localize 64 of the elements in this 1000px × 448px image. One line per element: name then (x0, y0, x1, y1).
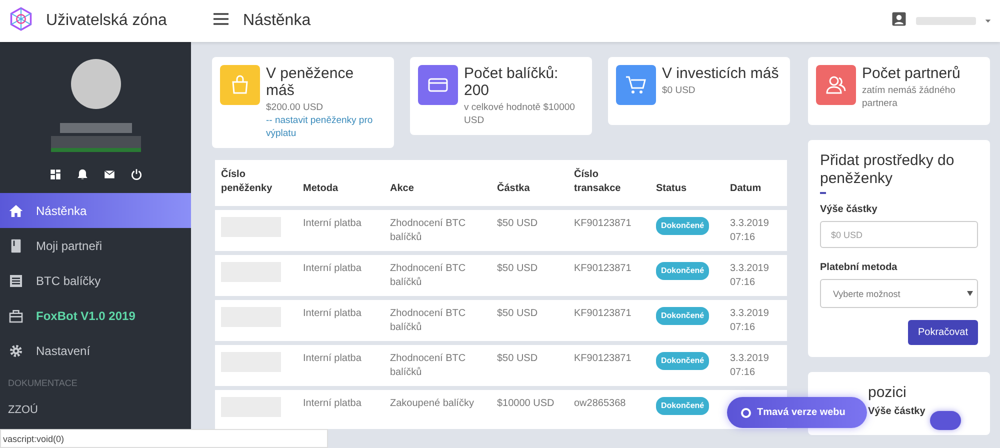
status-badge: Dokončené (656, 307, 710, 325)
table-cell: $50 USD (491, 300, 568, 341)
column-header: Metoda (297, 160, 384, 206)
table-cell: Interní platba (297, 300, 384, 341)
nav-item[interactable]: Nástěnka (0, 193, 191, 228)
nav-item[interactable]: ZZOÚ (0, 400, 191, 420)
nav-item[interactable]: FoxBot V1.0 2019 (0, 298, 191, 333)
table-cell: KF90123871 (568, 300, 650, 341)
stat-title: Počet partnerů (862, 65, 962, 82)
amount-input-field[interactable]: $0 USD (820, 221, 978, 248)
status-bar-url: vascript:void(0) (0, 429, 328, 448)
table-cell: ow2865368 (568, 390, 650, 429)
table-cell: Zhodnocení BTC balíčků (384, 345, 491, 386)
table-cell: KF90123871 (568, 255, 650, 296)
status-badge: Dokončené (656, 352, 710, 370)
table-cell: Zhodnocení BTC balíčků (384, 210, 491, 251)
nav-item[interactable]: Moji partneři (0, 228, 191, 263)
table-cell: $10000 USD (491, 390, 568, 429)
status-badge: Dokončené (656, 262, 710, 280)
field-label: Výše částky (868, 406, 926, 417)
stat-title: Počet balíčků: 200 (464, 65, 560, 99)
table-cell: Interní platba (297, 345, 384, 386)
column-header: Částka (491, 160, 568, 206)
page-title: Nástěnka (243, 12, 311, 30)
column-header: Status (650, 160, 724, 206)
table-cell: Interní platba (297, 210, 384, 251)
table-cell: Zakoupené balíčky (384, 390, 491, 429)
table-cell: Interní platba (297, 255, 384, 296)
payment-method-select[interactable]: Vyberte možnost (820, 279, 978, 308)
continue-button[interactable]: Pokračovat (908, 320, 978, 345)
column-header: Datum (724, 160, 787, 206)
stat-text: $0 USD (662, 84, 696, 97)
stat-title: V peněžence máš (266, 65, 355, 99)
stat-title: V investicích máš (662, 65, 779, 82)
nav-item[interactable]: BTC balíčky (0, 263, 191, 298)
column-header: Akce (384, 160, 491, 206)
table-cell: $50 USD (491, 345, 568, 386)
status-badge: Dokončené (656, 217, 710, 235)
table-cell: KF90123871 (568, 210, 650, 251)
table-cell: 3.3.2019 07:16 (724, 300, 787, 341)
status-badge: Dokončené (656, 397, 710, 415)
column-header: Číslo peněženky (215, 160, 297, 206)
field-label: Výše částky (820, 204, 878, 215)
table-cell: KF90123871 (568, 345, 650, 386)
table-cell: $50 USD (491, 255, 568, 296)
panel-title: pozici (868, 384, 908, 402)
table-cell: 3.3.2019 07:16 (724, 345, 787, 386)
nav-item[interactable]: Nastavení (0, 333, 191, 368)
table-cell: $50 USD (491, 210, 568, 251)
table-cell: 3.3.2019 07:16 (724, 255, 787, 296)
column-header: Číslo transakce (568, 160, 650, 206)
stat-text: v celkové hodnotě $10000 USD (464, 101, 576, 127)
stat-text: $200.00 USD -- nastavit peněženky pro výplatu (266, 101, 386, 140)
field-label: Platební metoda (820, 262, 898, 273)
panel-title: Přidat prostředky do peněženky (820, 152, 956, 188)
table-cell: Interní platba (297, 390, 384, 429)
payout-link[interactable]: -- nastavit peněženky pro výplatu (266, 114, 386, 140)
stat-text: zatím nemáš žádného partnera (862, 84, 956, 110)
table-cell: 3.3.2019 07:16 (724, 210, 787, 251)
table-cell: Zhodnocení BTC balíčků (384, 255, 491, 296)
table-cell: Zhodnocení BTC balíčků (384, 300, 491, 341)
brand-title: Uživatelská zóna (46, 12, 167, 30)
dark-mode-button[interactable]: Tmavá verze webu (727, 397, 867, 428)
section-label: DOKUMENTACE (7, 377, 78, 390)
